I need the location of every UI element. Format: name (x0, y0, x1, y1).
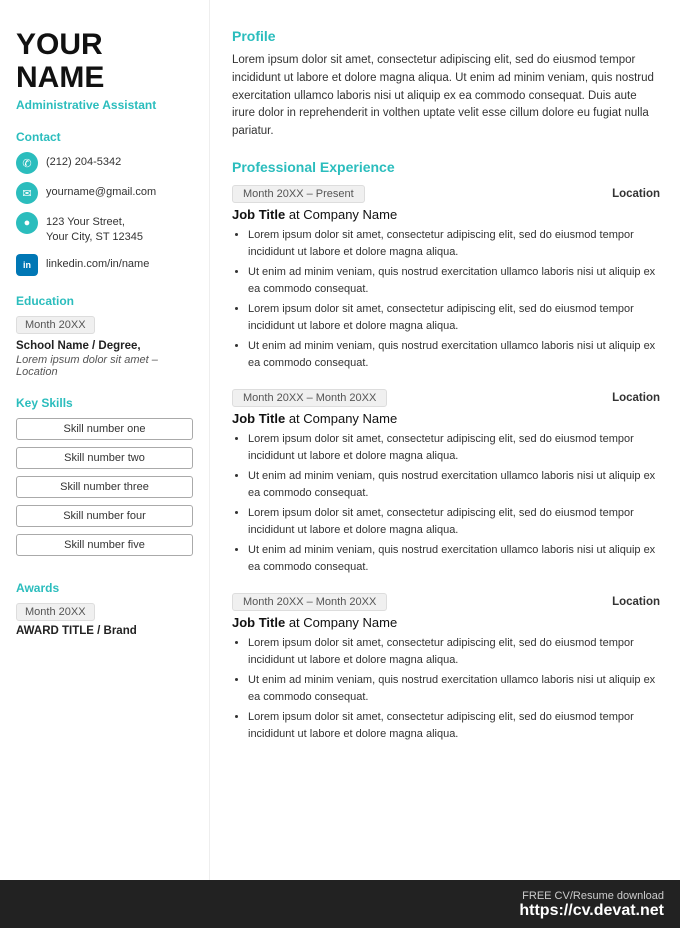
exp-bullets: Lorem ipsum dolor sit amet, consectetur … (232, 431, 660, 575)
edu-date-badge: Month 20XX (16, 316, 95, 334)
bullet-item: Ut enim ad minim veniam, quis nostrud ex… (248, 672, 660, 705)
award-date-badge: Month 20XX (16, 603, 95, 621)
skill-badge: Skill number four (16, 505, 193, 527)
exp-location: Location (612, 392, 660, 404)
contact-linkedin: in linkedin.com/in/name (16, 254, 193, 276)
main-content: Profile Lorem ipsum dolor sit amet, cons… (210, 0, 680, 880)
contact-phone: ✆ (212) 204-5342 (16, 152, 193, 174)
bullet-item: Lorem ipsum dolor sit amet, consectetur … (248, 301, 660, 334)
skill-badge: Skill number three (16, 476, 193, 498)
exp-job-title: Job Title at Company Name (232, 615, 660, 630)
awards-header: Awards (16, 581, 193, 595)
sidebar-job-title: Administrative Assistant (16, 98, 193, 112)
footer-small-text: FREE CV/Resume download (16, 890, 664, 902)
exp-header: Month 20XX – Present Location (232, 185, 660, 203)
skills-header: Key Skills (16, 396, 193, 410)
bullet-item: Lorem ipsum dolor sit amet, consectetur … (248, 709, 660, 742)
skills-list: Skill number one Skill number two Skill nu… (16, 418, 193, 563)
bullet-item: Lorem ipsum dolor sit amet, consectetur … (248, 635, 660, 668)
bullet-item: Lorem ipsum dolor sit amet, consectetur … (248, 431, 660, 464)
linkedin-icon: in (16, 254, 38, 276)
contact-header: Contact (16, 130, 193, 144)
education-header: Education (16, 294, 193, 308)
bullet-item: Lorem ipsum dolor sit amet, consectetur … (248, 505, 660, 538)
exp-entry: Month 20XX – Month 20XX Location Job Title… (232, 389, 660, 575)
exp-job-title: Job Title at Company Name (232, 411, 660, 426)
exp-date-badge: Month 20XX – Month 20XX (232, 389, 387, 407)
exp-date-badge: Month 20XX – Month 20XX (232, 593, 387, 611)
skill-badge: Skill number one (16, 418, 193, 440)
skill-badge: Skill number five (16, 534, 193, 556)
exp-header: Month 20XX – Month 20XX Location (232, 389, 660, 407)
exp-entry: Month 20XX – Present Location Job Title at… (232, 185, 660, 371)
bullet-item: Ut enim ad minim veniam, quis nostrud ex… (248, 338, 660, 371)
award-title: AWARD TITLE / Brand (16, 625, 193, 637)
experience-title: Professional Experience (232, 159, 660, 175)
edu-detail: Lorem ipsum dolor sit amet – Location (16, 354, 193, 378)
skill-badge: Skill number two (16, 447, 193, 469)
exp-date-badge: Month 20XX – Present (232, 185, 365, 203)
sidebar: YOUR NAME Administrative Assistant Conta… (0, 0, 210, 880)
bullet-item: Ut enim ad minim veniam, quis nostrud ex… (248, 468, 660, 501)
location-icon: ● (16, 212, 38, 234)
bullet-item: Ut enim ad minim veniam, quis nostrud ex… (248, 264, 660, 297)
exp-job-title: Job Title at Company Name (232, 207, 660, 222)
bullet-item: Lorem ipsum dolor sit amet, consectetur … (248, 227, 660, 260)
name-block: YOUR NAME Administrative Assistant (16, 28, 193, 112)
profile-title: Profile (232, 28, 660, 44)
exp-header: Month 20XX – Month 20XX Location (232, 593, 660, 611)
name-line1: YOUR NAME (16, 28, 193, 94)
contact-email: ✉ yourname@gmail.com (16, 182, 193, 204)
profile-text: Lorem ipsum dolor sit amet, consectetur … (232, 52, 660, 141)
exp-location: Location (612, 188, 660, 200)
footer-url: https://cv.devat.net (16, 902, 664, 920)
bullet-item: Ut enim ad minim veniam, quis nostrud ex… (248, 542, 660, 575)
experience-list: Month 20XX – Present Location Job Title at… (232, 185, 660, 742)
contact-address: ● 123 Your Street, Your City, ST 12345 (16, 212, 193, 246)
phone-icon: ✆ (16, 152, 38, 174)
exp-location: Location (612, 596, 660, 608)
footer-bar: FREE CV/Resume download https://cv.devat… (0, 880, 680, 928)
exp-bullets: Lorem ipsum dolor sit amet, consectetur … (232, 635, 660, 742)
email-icon: ✉ (16, 182, 38, 204)
edu-school: School Name / Degree, (16, 340, 193, 352)
exp-entry: Month 20XX – Month 20XX Location Job Title… (232, 593, 660, 742)
exp-bullets: Lorem ipsum dolor sit amet, consectetur … (232, 227, 660, 371)
resume-wrapper: YOUR NAME Administrative Assistant Conta… (0, 0, 680, 880)
